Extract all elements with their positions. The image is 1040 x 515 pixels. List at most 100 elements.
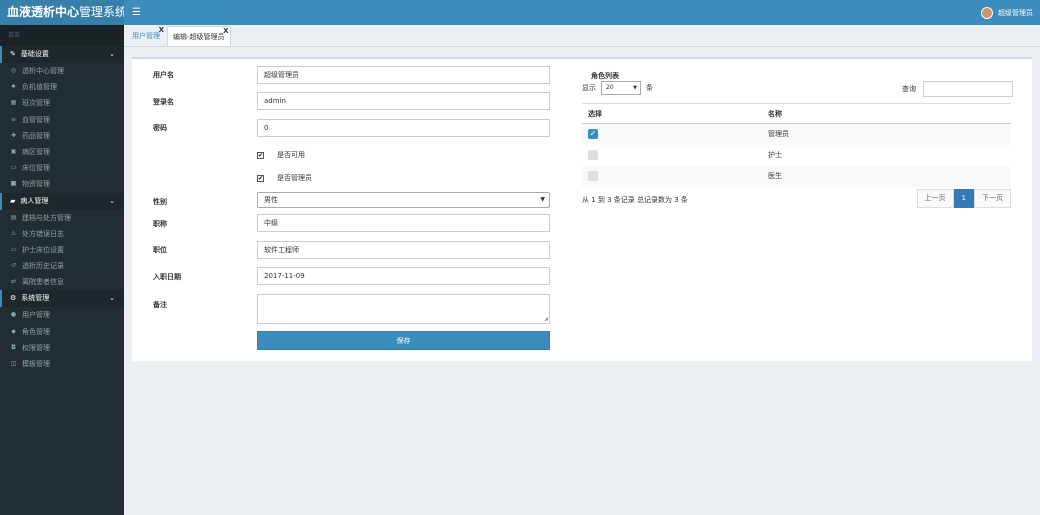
sidebar-item[interactable]: ▣ 病区管理 bbox=[0, 144, 124, 160]
menu-group-basic-settings[interactable]: ✎ 基础设置 ⌄ bbox=[0, 46, 124, 63]
avatar bbox=[981, 6, 993, 19]
sidebar-item[interactable]: ✚ 药品管理 bbox=[0, 128, 124, 144]
table-cell: ✓ bbox=[582, 123, 762, 145]
page-length-value: 20 bbox=[606, 84, 614, 91]
sidebar-item[interactable]: ↺ 透析历史记录 bbox=[0, 258, 124, 274]
sidebar-item[interactable]: ■ 物资管理 bbox=[0, 176, 124, 192]
enabled-label: 是否可用 bbox=[277, 151, 305, 159]
show-suffix: 条 bbox=[646, 84, 653, 92]
sidebar-item[interactable]: ◎ 透析中心管理 bbox=[0, 63, 124, 79]
sidebar-item-label: 透析中心管理 bbox=[22, 67, 64, 75]
top-navbar: 血液透析中心管理系统 ☰ 超级管理员 bbox=[0, 0, 1040, 25]
sidebar-header: 菜单 bbox=[0, 25, 124, 46]
sidebar-item-label: 血管管理 bbox=[22, 115, 50, 124]
tab-user-management[interactable]: 用户管理 X bbox=[127, 26, 165, 46]
role-checkbox-checked[interactable]: ✓ bbox=[588, 129, 598, 140]
sidebar-item[interactable]: ⚠ 处方错误日志 bbox=[0, 226, 124, 242]
chevron-down-icon: ⌄ bbox=[109, 50, 115, 58]
calendar-icon: ▦ bbox=[10, 99, 17, 107]
position-label: 职位 bbox=[153, 246, 167, 254]
sidebar-item-label: 护士床位设置 bbox=[22, 245, 64, 254]
list-icon: ≡ bbox=[10, 115, 17, 123]
sidebar-item-label: 病区管理 bbox=[22, 147, 50, 156]
sidebar-item-users[interactable]: ● 用户管理 bbox=[0, 307, 124, 323]
password-input[interactable]: 0 bbox=[257, 119, 550, 137]
caret-down-icon: ▼ bbox=[633, 85, 637, 91]
sidebar-item-templates[interactable]: ◫ 模板管理 bbox=[0, 356, 124, 372]
sidebar-item-label: 药品管理 bbox=[22, 131, 50, 140]
table-cell bbox=[582, 165, 762, 187]
enabled-checkbox-row[interactable]: ✔ 是否可用 bbox=[257, 150, 305, 160]
box-icon: ■ bbox=[10, 180, 17, 188]
role-table: 选择 名称 ✓ 管理员 护士 医生 bbox=[582, 103, 1011, 187]
table-row[interactable]: 护士 bbox=[582, 144, 1011, 166]
pills-icon: ✚ bbox=[10, 131, 17, 139]
next-page-button[interactable]: 下一页 bbox=[974, 189, 1011, 208]
login-name-input[interactable]: admin bbox=[257, 92, 550, 110]
gender-label: 性别 bbox=[153, 198, 167, 206]
sidebar-item[interactable]: ▤ 建档与处方管理 bbox=[0, 210, 124, 226]
table-row[interactable]: 医生 bbox=[582, 165, 1011, 187]
page-button-current[interactable]: 1 bbox=[953, 189, 974, 208]
sidebar-item-label: 班次管理 bbox=[22, 99, 50, 108]
sidebar-item[interactable]: ▭ 床位管理 bbox=[0, 160, 124, 176]
role-checkbox[interactable] bbox=[588, 171, 598, 181]
sidebar-item-label: 用户管理 bbox=[22, 311, 50, 320]
title-input[interactable]: 中级 bbox=[257, 214, 550, 232]
menu-group-label: 病人管理 bbox=[20, 196, 49, 205]
warning-icon: ⚠ bbox=[10, 229, 17, 237]
brand-bold-text: 血液透析中心 bbox=[7, 5, 80, 19]
username-input[interactable]: 超级管理员 bbox=[257, 66, 550, 84]
admin-checkbox[interactable]: ✔ bbox=[257, 174, 264, 182]
sidebar: 菜单 ✎ 基础设置 ⌄ ◎ 透析中心管理 ♠ 负机值管理 ▦ 班次管理 ≡ 血管管理 ✚ 药品… bbox=[0, 25, 124, 515]
hire-date-input[interactable]: 2017-11-09 bbox=[257, 267, 550, 285]
app-logo[interactable]: 血液透析中心管理系统 bbox=[0, 0, 124, 25]
page-length-select[interactable]: 20 ▼ bbox=[601, 81, 641, 95]
menu-group-system-management[interactable]: ⚙ 系统管理 ⌄ bbox=[0, 290, 124, 308]
search-input[interactable] bbox=[923, 81, 1013, 97]
sidebar-item[interactable]: ♠ 负机值管理 bbox=[0, 79, 124, 95]
sidebar-item[interactable]: ≡ 血管管理 bbox=[0, 112, 124, 128]
history-icon: ↺ bbox=[10, 262, 17, 270]
sidebar-item[interactable]: ▦ 班次管理 bbox=[0, 95, 124, 111]
menu-group-patient-management[interactable]: ▰ 病人管理 ⌄ bbox=[0, 192, 124, 210]
column-header-select[interactable]: 选择 bbox=[582, 103, 762, 124]
show-prefix: 显示 bbox=[582, 84, 596, 92]
gender-select[interactable]: 男性 ▼ bbox=[257, 192, 550, 208]
column-header-name[interactable]: 名称 bbox=[762, 103, 1011, 124]
template-icon: ◫ bbox=[10, 360, 17, 367]
user-menu[interactable]: 超级管理员 bbox=[981, 0, 1033, 25]
table-row[interactable]: ✓ 管理员 bbox=[582, 123, 1011, 145]
resize-grip-icon[interactable]: ◢ bbox=[544, 316, 548, 322]
enabled-checkbox[interactable]: ✔ bbox=[257, 151, 264, 159]
chevron-down-icon: ⌄ bbox=[109, 294, 115, 303]
role-checkbox[interactable] bbox=[588, 150, 598, 160]
sidebar-item-label: 透析历史记录 bbox=[22, 262, 64, 271]
close-icon[interactable]: X bbox=[223, 21, 228, 41]
tab-edit-user[interactable]: 编辑-超级管理员 X bbox=[167, 26, 231, 46]
prev-page-button[interactable]: 上一页 bbox=[916, 189, 954, 208]
sidebar-item-permissions[interactable]: ◘ 权限管理 bbox=[0, 340, 124, 356]
sidebar-item-label: 床位管理 bbox=[22, 164, 50, 173]
position-input[interactable]: 软件工程师 bbox=[257, 241, 550, 259]
caret-down-icon: ▼ bbox=[540, 196, 545, 203]
remark-textarea[interactable]: ◢ bbox=[257, 294, 550, 324]
sidebar-item-roles[interactable]: ◆ 角色管理 bbox=[0, 324, 124, 340]
close-icon[interactable]: X bbox=[159, 20, 164, 40]
file-icon: ▤ bbox=[10, 213, 17, 221]
sidebar-item[interactable]: ▭ 护士床位设置 bbox=[0, 242, 124, 258]
sidebar-item[interactable]: ⇄ 离院患者信息 bbox=[0, 274, 124, 290]
search-label: 查询 bbox=[902, 85, 916, 93]
username-label: 用户名 bbox=[153, 71, 174, 79]
tab-label: 编辑-超级管理员 bbox=[173, 33, 225, 41]
sidebar-item-label: 模板管理 bbox=[22, 360, 50, 368]
sidebar-toggle-icon[interactable]: ☰ bbox=[132, 7, 141, 18]
save-button[interactable]: 保存 bbox=[257, 331, 550, 350]
menu-group-label: 基础设置 bbox=[20, 50, 49, 58]
sidebar-item-label: 处方错误日志 bbox=[22, 229, 64, 238]
lock-icon: ◘ bbox=[11, 343, 16, 351]
chevron-down-icon: ⌄ bbox=[109, 196, 115, 205]
admin-checkbox-row[interactable]: ✔ 是否管理员 bbox=[257, 173, 312, 183]
page-length-control: 显示 20 ▼ 条 bbox=[582, 81, 653, 95]
exchange-icon: ⇄ bbox=[10, 278, 17, 286]
